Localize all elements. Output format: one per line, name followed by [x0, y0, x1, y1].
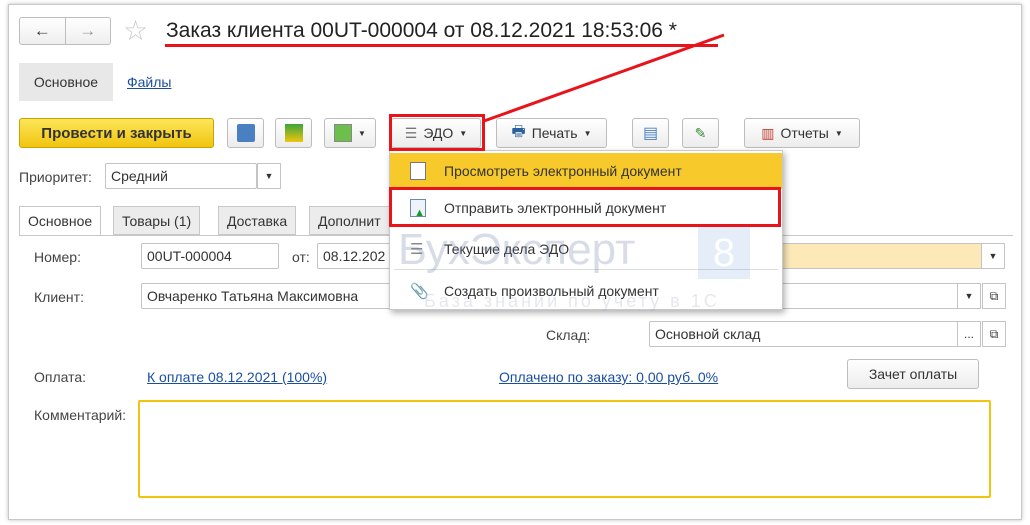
menu-item-edo-tasks[interactable]: ☰ Текущие дела ЭДО — [390, 231, 782, 267]
reports-button[interactable]: ▥ Отчеты ▼ — [744, 118, 860, 148]
comment-label: Комментарий: — [34, 407, 127, 423]
send-item-annotation — [389, 187, 781, 227]
priority-dropdown-button[interactable]: ▼ — [257, 163, 281, 189]
status-field[interactable] — [779, 243, 982, 269]
form-tab-main[interactable]: Основное — [19, 206, 102, 236]
menu-item-view-edoc[interactable]: Просмотреть электронный документ — [390, 153, 782, 189]
number-label: Номер: — [34, 249, 81, 265]
priority-select[interactable]: Средний — [105, 163, 257, 189]
edit-history-button[interactable]: ✎ — [682, 118, 719, 148]
favorite-star-icon[interactable]: ☆ — [123, 17, 148, 45]
edo-button-annotation — [389, 114, 485, 151]
forward-button[interactable]: → — [66, 18, 111, 44]
save-button[interactable] — [227, 118, 264, 148]
client-open-button[interactable]: ⧉ — [982, 283, 1006, 309]
post-and-close-button[interactable]: Провести и закрыть — [19, 118, 214, 148]
payment-label: Оплата: — [34, 369, 87, 385]
create-based-on-button[interactable]: ▼ — [324, 118, 376, 148]
nav-buttons: ← → — [19, 17, 111, 45]
watermark-tagline: База знаний по учету в 1С — [424, 291, 720, 311]
comment-field[interactable] — [138, 400, 991, 498]
pencil-clock-icon: ✎ — [694, 124, 707, 141]
reports-icon: ▥ — [761, 124, 775, 141]
print-button[interactable]: 🖶 Печать ▼ — [496, 118, 607, 148]
client-dropdown-button[interactable]: ▼ — [957, 283, 981, 309]
print-label: Печать — [531, 125, 578, 141]
number-field[interactable]: 00UT-000004 — [141, 243, 279, 269]
edo-icon: ☰ — [410, 241, 424, 258]
warehouse-field[interactable]: Основной склад — [649, 321, 959, 347]
post-document-icon — [284, 124, 303, 142]
chevron-down-icon: ▼ — [834, 128, 843, 138]
date-from-label: от: — [292, 249, 310, 265]
form-tab-goods[interactable]: Товары (1) — [113, 206, 201, 235]
chevron-down-icon: ▼ — [583, 128, 592, 138]
tab-files[interactable]: Файлы — [127, 74, 171, 90]
warehouse-open-button[interactable]: ⧉ — [982, 321, 1006, 347]
warehouse-select-button[interactable]: ... — [957, 321, 981, 347]
status-dropdown-button[interactable]: ▼ — [981, 243, 1005, 269]
edo-dropdown-menu: Просмотреть электронный документ ▲ Отпра… — [389, 150, 783, 311]
document-icon — [410, 162, 426, 180]
menu-item-label: Текущие дела ЭДО — [444, 241, 570, 257]
printer-icon: 🖶 — [511, 122, 526, 140]
payment-link[interactable]: К оплате 08.12.2021 (100%) — [147, 369, 327, 385]
form-tab-delivery[interactable]: Доставка — [218, 206, 297, 235]
create-based-on-icon — [334, 124, 353, 142]
menu-divider — [394, 269, 778, 270]
reports-label: Отчеты — [780, 125, 829, 141]
client-label: Клиент: — [34, 289, 84, 305]
list-button[interactable]: ▤ — [632, 118, 669, 148]
back-button[interactable]: ← — [20, 18, 66, 44]
post-button[interactable] — [275, 118, 312, 148]
menu-item-label: Просмотреть электронный документ — [444, 163, 682, 179]
paid-link[interactable]: Оплачено по заказу: 0,00 руб. 0% — [499, 369, 718, 385]
floppy-disk-icon — [236, 124, 255, 142]
annotation-arrow-line — [483, 33, 725, 123]
list-icon: ▤ — [642, 125, 659, 142]
payment-offset-button[interactable]: Зачет оплаты — [847, 359, 979, 389]
tab-main[interactable]: Основное — [19, 63, 113, 101]
form-tab-additional[interactable]: Дополнит — [309, 206, 399, 235]
priority-label: Приоритет: — [19, 169, 92, 185]
warehouse-label: Склад: — [546, 327, 591, 343]
chevron-down-icon: ▼ — [358, 128, 366, 138]
